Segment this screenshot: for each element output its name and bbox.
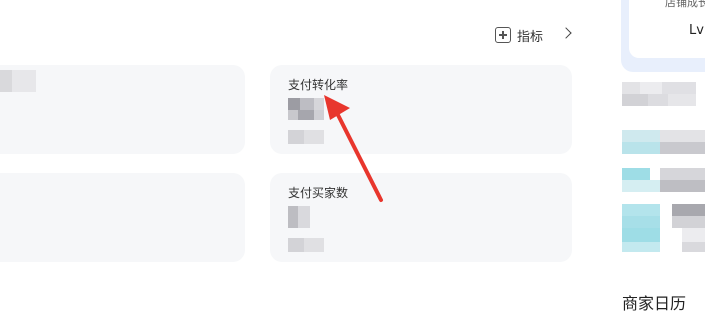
metric-name-payment-conversion: 支付转化率 — [288, 78, 349, 92]
chevron-right-icon[interactable] — [560, 27, 572, 39]
shop-growth-title: 店铺成长 — [665, 0, 705, 9]
merchant-calendar-title: 商家日历 — [622, 294, 687, 313]
metric-name-payment-buyers: 支付买家数 — [288, 186, 349, 200]
metric-card-left-bottom[interactable] — [0, 173, 245, 262]
add-metric-label: 指标 — [517, 29, 544, 45]
red-arrow-annotation — [324, 95, 383, 202]
shop-level: Lv — [689, 23, 704, 38]
metric-card-left-top[interactable] — [0, 65, 245, 154]
plus-square-icon — [495, 27, 511, 43]
add-metric-button[interactable]: 指标 — [495, 25, 543, 45]
